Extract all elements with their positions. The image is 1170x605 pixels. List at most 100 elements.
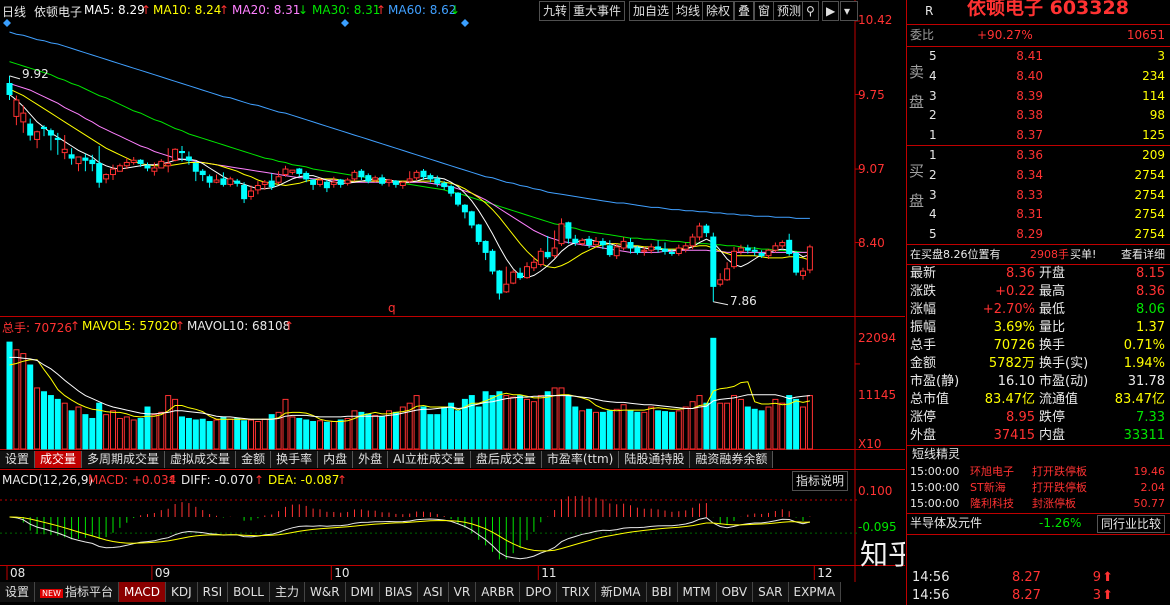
candle-body xyxy=(310,179,317,185)
news-title[interactable]: 短线精灵 xyxy=(912,445,960,464)
sector-pct: -1.26% xyxy=(1039,516,1082,530)
bottom-tab[interactable]: BBI xyxy=(647,582,678,602)
news-item[interactable]: 15:00:00 隆利科技 封涨停板 50.77 xyxy=(907,496,1170,512)
period-label[interactable]: 日线 xyxy=(2,3,26,20)
bottom-tab[interactable]: KDJ xyxy=(166,582,198,602)
toolbar-button[interactable]: 除权 xyxy=(702,1,735,21)
indicator-tab[interactable]: 设置 xyxy=(0,451,36,468)
indicator-tab[interactable]: 换手率 xyxy=(271,451,319,468)
toolbar-button[interactable]: 均线 xyxy=(672,1,705,21)
news-time: 15:00:00 xyxy=(910,497,960,510)
price-axis-label: 9.07 xyxy=(858,162,885,176)
bottom-tab[interactable]: ASI xyxy=(418,582,449,602)
toolbar-button[interactable]: 九转 xyxy=(539,1,572,21)
quote-row: 最新 8.36 开盘 8.15 xyxy=(907,265,1170,283)
pin-icon[interactable]: ⚲ xyxy=(802,1,819,21)
toolbar-button[interactable]: 预测 xyxy=(773,1,806,21)
order-book-row[interactable]: 1 8.36 209 xyxy=(907,146,1170,165)
industry-compare-button[interactable]: 同行业比较 xyxy=(1096,515,1165,533)
order-book-row[interactable]: 2 8.38 98 xyxy=(907,106,1170,125)
volume-arrow-icon: ↑ xyxy=(70,319,81,333)
bottom-tab-label: ASI xyxy=(423,585,443,599)
indicator-tab[interactable]: AI立桩成交量 xyxy=(388,451,471,468)
toolbar-button[interactable]: 叠 xyxy=(734,1,755,21)
candle-body xyxy=(110,168,116,176)
bottom-tab-label: SAR xyxy=(758,585,783,599)
volume-bar xyxy=(75,406,82,450)
toolbar-button[interactable]: 重大事件 xyxy=(569,1,626,21)
bottom-tab[interactable]: 新DMA xyxy=(596,582,647,602)
mavol5-arrow-icon: ↑ xyxy=(175,319,186,333)
candle-body xyxy=(365,175,372,182)
order-book-row[interactable]: 4 8.31 2754 xyxy=(907,205,1170,224)
ma60-label: MA60: 8.62 xyxy=(388,3,457,17)
bottom-tab[interactable]: BOLL xyxy=(228,582,270,602)
toolbar-button[interactable]: 窗 xyxy=(754,1,775,21)
indicator-tab[interactable]: 成交量 xyxy=(35,451,83,468)
bottom-tab[interactable]: MACD xyxy=(118,582,166,602)
bottom-tab[interactable]: DMI xyxy=(346,582,380,602)
indicator-help-button[interactable]: 指标说明 xyxy=(792,471,849,491)
sector-name[interactable]: 半导体及元件 xyxy=(910,514,982,533)
bottom-tab[interactable]: TRIX xyxy=(557,582,596,602)
ma5-arrow-icon: ↑ xyxy=(141,3,152,17)
volume-bar xyxy=(268,414,275,450)
bottom-tab[interactable]: 主力 xyxy=(270,582,305,602)
indicator-tab[interactable]: 融资融券余额 xyxy=(690,451,774,468)
candle-body xyxy=(282,168,289,176)
candle-body xyxy=(227,178,234,185)
kline-svg[interactable] xyxy=(0,0,905,605)
volume-bar xyxy=(613,408,620,450)
order-book-row[interactable]: 5 8.29 2754 xyxy=(907,225,1170,244)
bottom-tab[interactable]: ARBR xyxy=(476,582,521,602)
bottom-tab[interactable]: NEW 指标平台 xyxy=(35,582,119,602)
indicator-tab[interactable]: 盘后成交量 xyxy=(471,451,542,468)
indicator-tab[interactable]: 陆股通持股 xyxy=(619,451,691,468)
bottom-tab[interactable]: BIAS xyxy=(380,582,419,602)
date-label: 08 xyxy=(10,566,26,580)
indicator-tab[interactable]: 金额 xyxy=(236,451,272,468)
level-price: 8.38 xyxy=(1016,108,1043,123)
bottom-tab[interactable]: EXPMA xyxy=(789,582,842,602)
order-book-row[interactable]: 3 8.33 2754 xyxy=(907,186,1170,205)
candle-body xyxy=(468,211,475,226)
indicator-tab[interactable]: 市盈率(ttm) xyxy=(542,451,620,468)
indicator-tab[interactable]: 内盘 xyxy=(318,451,354,468)
candle-body xyxy=(710,236,717,287)
volume-bar xyxy=(448,402,455,450)
dea-value: DEA: -0.087 xyxy=(268,473,340,487)
order-book-row[interactable]: 1 8.37 125 xyxy=(907,126,1170,145)
order-book-row[interactable]: 5 8.41 3 xyxy=(907,47,1170,66)
view-details-link[interactable]: 查看详细 xyxy=(1121,245,1165,264)
news-item[interactable]: 15:00:00 ST新海 打开跌停板 2.04 xyxy=(907,480,1170,496)
candle-body xyxy=(420,170,427,178)
bottom-tab[interactable]: SAR xyxy=(753,582,789,602)
bottom-tab[interactable]: VR xyxy=(449,582,477,602)
indicator-tab[interactable]: 外盘 xyxy=(353,451,389,468)
ma60-arrow-icon: ↓ xyxy=(450,3,461,17)
bottom-tab[interactable]: OBV xyxy=(717,582,754,602)
bottom-tab[interactable]: MTM xyxy=(678,582,717,602)
toolbar-button[interactable]: 加自选 xyxy=(629,1,674,21)
bottom-tab[interactable]: RSI xyxy=(198,582,229,602)
ma30-line xyxy=(9,61,810,253)
order-book-row[interactable]: 3 8.39 114 xyxy=(907,87,1170,106)
tick-row: 14:56 8.27 9 ⬆ xyxy=(907,568,1170,587)
indicator-tab[interactable]: 虚拟成交量 xyxy=(165,451,237,468)
bottom-tab[interactable]: W&R xyxy=(305,582,346,602)
quote-label: 总市值 xyxy=(910,392,950,407)
quote-value: 8.36 xyxy=(1006,266,1035,281)
news-item[interactable]: 15:00:00 环旭电子 打开跌停板 19.46 xyxy=(907,464,1170,480)
play-icon[interactable]: ▶ xyxy=(822,1,840,21)
order-book-row[interactable]: 2 8.34 2754 xyxy=(907,166,1170,185)
indicator-tab[interactable]: 多周期成交量 xyxy=(82,451,166,468)
candle-body xyxy=(703,225,710,234)
dropdown-icon[interactable]: ▾ xyxy=(840,1,858,21)
bottom-tab[interactable]: DPO xyxy=(520,582,558,602)
status-text: 在买盘8.26位置有 xyxy=(910,248,1001,261)
quote-label: 量比 xyxy=(1039,320,1066,335)
candle-body xyxy=(655,246,662,250)
tick-time: 14:56 xyxy=(912,570,950,585)
order-book-row[interactable]: 4 8.40 234 xyxy=(907,67,1170,86)
bottom-tab[interactable]: 设置 xyxy=(0,582,36,602)
